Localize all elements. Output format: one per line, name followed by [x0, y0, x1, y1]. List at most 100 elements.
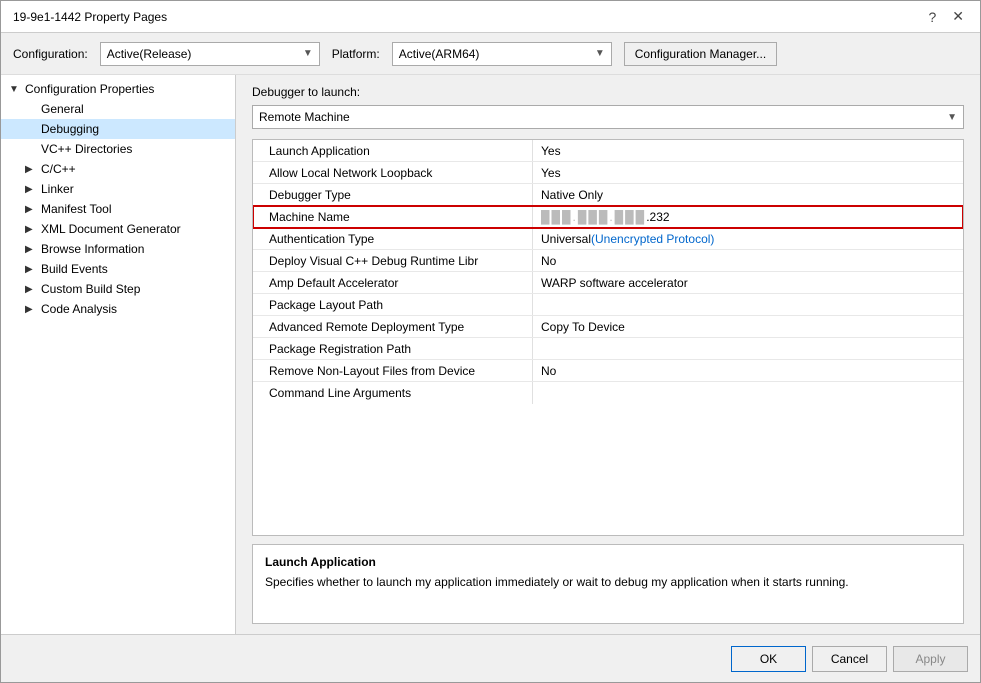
sidebar-arrow-5: ▶ [25, 184, 37, 195]
prop-row-1[interactable]: Allow Local Network LoopbackYes [253, 162, 963, 184]
prop-name-3: Machine Name [253, 206, 533, 227]
platform-label: Platform: [332, 47, 380, 61]
sidebar-item-6[interactable]: ▶ Manifest Tool [1, 199, 235, 219]
sidebar-label-0: Configuration Properties [25, 82, 154, 96]
prop-name-10: Remove Non-Layout Files from Device [253, 360, 533, 381]
prop-name-6: Amp Default Accelerator [253, 272, 533, 293]
debugger-dropdown-arrow: ▼ [947, 112, 957, 123]
properties-table: Launch ApplicationYesAllow Local Network… [252, 139, 964, 536]
prop-row-3[interactable]: Machine Name███.███.███.232 [253, 206, 963, 228]
prop-value-2: Native Only [533, 184, 963, 205]
prop-row-4[interactable]: Authentication TypeUniversal (Unencrypte… [253, 228, 963, 250]
sidebar-item-8[interactable]: ▶ Browse Information [1, 239, 235, 259]
prop-row-8[interactable]: Advanced Remote Deployment TypeCopy To D… [253, 316, 963, 338]
sidebar-item-5[interactable]: ▶ Linker [1, 179, 235, 199]
sidebar-item-10[interactable]: ▶ Custom Build Step [1, 279, 235, 299]
sidebar-item-7[interactable]: ▶ XML Document Generator [1, 219, 235, 239]
configuration-label: Configuration: [13, 47, 88, 61]
platform-dropdown-arrow: ▼ [595, 48, 605, 59]
platform-dropdown[interactable]: Active(ARM64) ▼ [392, 42, 612, 66]
sidebar-label-7: XML Document Generator [41, 222, 181, 236]
prop-row-7[interactable]: Package Layout Path [253, 294, 963, 316]
title-bar-controls: ? ✕ [924, 8, 968, 25]
prop-name-7: Package Layout Path [253, 294, 533, 315]
sidebar-arrow-9: ▶ [25, 264, 37, 275]
config-dropdown-arrow: ▼ [303, 48, 313, 59]
configuration-manager-button[interactable]: Configuration Manager... [624, 42, 777, 66]
sidebar-label-6: Manifest Tool [41, 202, 111, 216]
cancel-button[interactable]: Cancel [812, 646, 887, 672]
prop-value-7 [533, 294, 963, 315]
dialog-title: 19-9e1-1442 Property Pages [13, 10, 167, 24]
sidebar-label-1: General [41, 102, 84, 116]
prop-value-5: No [533, 250, 963, 271]
sidebar-arrow-0: ▼ [9, 84, 21, 95]
ok-button[interactable]: OK [731, 646, 806, 672]
main-content: ▼ Configuration Properties General Debuggin… [1, 75, 980, 634]
sidebar-label-11: Code Analysis [41, 302, 117, 316]
debugger-label: Debugger to launch: [252, 85, 964, 99]
sidebar-item-9[interactable]: ▶ Build Events [1, 259, 235, 279]
help-button[interactable]: ? [924, 9, 940, 25]
prop-row-10[interactable]: Remove Non-Layout Files from DeviceNo [253, 360, 963, 382]
prop-row-5[interactable]: Deploy Visual C++ Debug Runtime LibrNo [253, 250, 963, 272]
description-text: Specifies whether to launch my applicati… [265, 575, 951, 589]
prop-name-9: Package Registration Path [253, 338, 533, 359]
prop-row-9[interactable]: Package Registration Path [253, 338, 963, 360]
sidebar-arrow-6: ▶ [25, 204, 37, 215]
sidebar-label-10: Custom Build Step [41, 282, 140, 296]
configuration-value: Active(Release) [107, 47, 192, 61]
prop-value-0: Yes [533, 140, 963, 161]
title-bar: 19-9e1-1442 Property Pages ? ✕ [1, 1, 980, 33]
sidebar-arrow-7: ▶ [25, 224, 37, 235]
sidebar-label-8: Browse Information [41, 242, 144, 256]
debugger-dropdown[interactable]: Remote Machine ▼ [252, 105, 964, 129]
prop-name-2: Debugger Type [253, 184, 533, 205]
property-pages-dialog: 19-9e1-1442 Property Pages ? ✕ Configura… [0, 0, 981, 683]
prop-name-5: Deploy Visual C++ Debug Runtime Libr [253, 250, 533, 271]
prop-value-4: Universal (Unencrypted Protocol) [533, 228, 963, 249]
sidebar-label-3: VC++ Directories [41, 142, 132, 156]
prop-name-11: Command Line Arguments [253, 382, 533, 404]
prop-row-0[interactable]: Launch ApplicationYes [253, 140, 963, 162]
sidebar: ▼ Configuration Properties General Debuggin… [1, 75, 236, 634]
footer: OK Cancel Apply [1, 634, 980, 682]
debugger-dropdown-row: Remote Machine ▼ [252, 105, 964, 129]
sidebar-label-2: Debugging [41, 122, 99, 136]
close-button[interactable]: ✕ [948, 8, 968, 25]
sidebar-label-5: Linker [41, 182, 74, 196]
prop-value-9 [533, 338, 963, 359]
prop-value-11 [533, 382, 963, 404]
description-panel: Launch Application Specifies whether to … [252, 544, 964, 624]
configuration-dropdown[interactable]: Active(Release) ▼ [100, 42, 320, 66]
sidebar-item-2[interactable]: Debugging [1, 119, 235, 139]
sidebar-item-3[interactable]: VC++ Directories [1, 139, 235, 159]
prop-name-8: Advanced Remote Deployment Type [253, 316, 533, 337]
prop-value-1: Yes [533, 162, 963, 183]
prop-value-10: No [533, 360, 963, 381]
sidebar-arrow-11: ▶ [25, 304, 37, 315]
sidebar-arrow-8: ▶ [25, 244, 37, 255]
prop-value-3: ███.███.███.232 [533, 206, 963, 227]
config-row: Configuration: Active(Release) ▼ Platfor… [1, 33, 980, 75]
sidebar-item-4[interactable]: ▶ C/C++ [1, 159, 235, 179]
right-panel: Debugger to launch: Remote Machine ▼ Lau… [236, 75, 980, 634]
sidebar-item-0[interactable]: ▼ Configuration Properties [1, 79, 235, 99]
sidebar-arrow-4: ▶ [25, 164, 37, 175]
description-title: Launch Application [265, 555, 951, 569]
sidebar-label-4: C/C++ [41, 162, 76, 176]
prop-row-6[interactable]: Amp Default AcceleratorWARP software acc… [253, 272, 963, 294]
prop-row-11[interactable]: Command Line Arguments [253, 382, 963, 404]
prop-value-8: Copy To Device [533, 316, 963, 337]
sidebar-label-9: Build Events [41, 262, 108, 276]
prop-name-4: Authentication Type [253, 228, 533, 249]
prop-value-6: WARP software accelerator [533, 272, 963, 293]
sidebar-item-11[interactable]: ▶ Code Analysis [1, 299, 235, 319]
prop-name-0: Launch Application [253, 140, 533, 161]
debugger-value: Remote Machine [259, 110, 350, 124]
apply-button[interactable]: Apply [893, 646, 968, 672]
sidebar-item-1[interactable]: General [1, 99, 235, 119]
sidebar-arrow-10: ▶ [25, 284, 37, 295]
prop-row-2[interactable]: Debugger TypeNative Only [253, 184, 963, 206]
prop-name-1: Allow Local Network Loopback [253, 162, 533, 183]
